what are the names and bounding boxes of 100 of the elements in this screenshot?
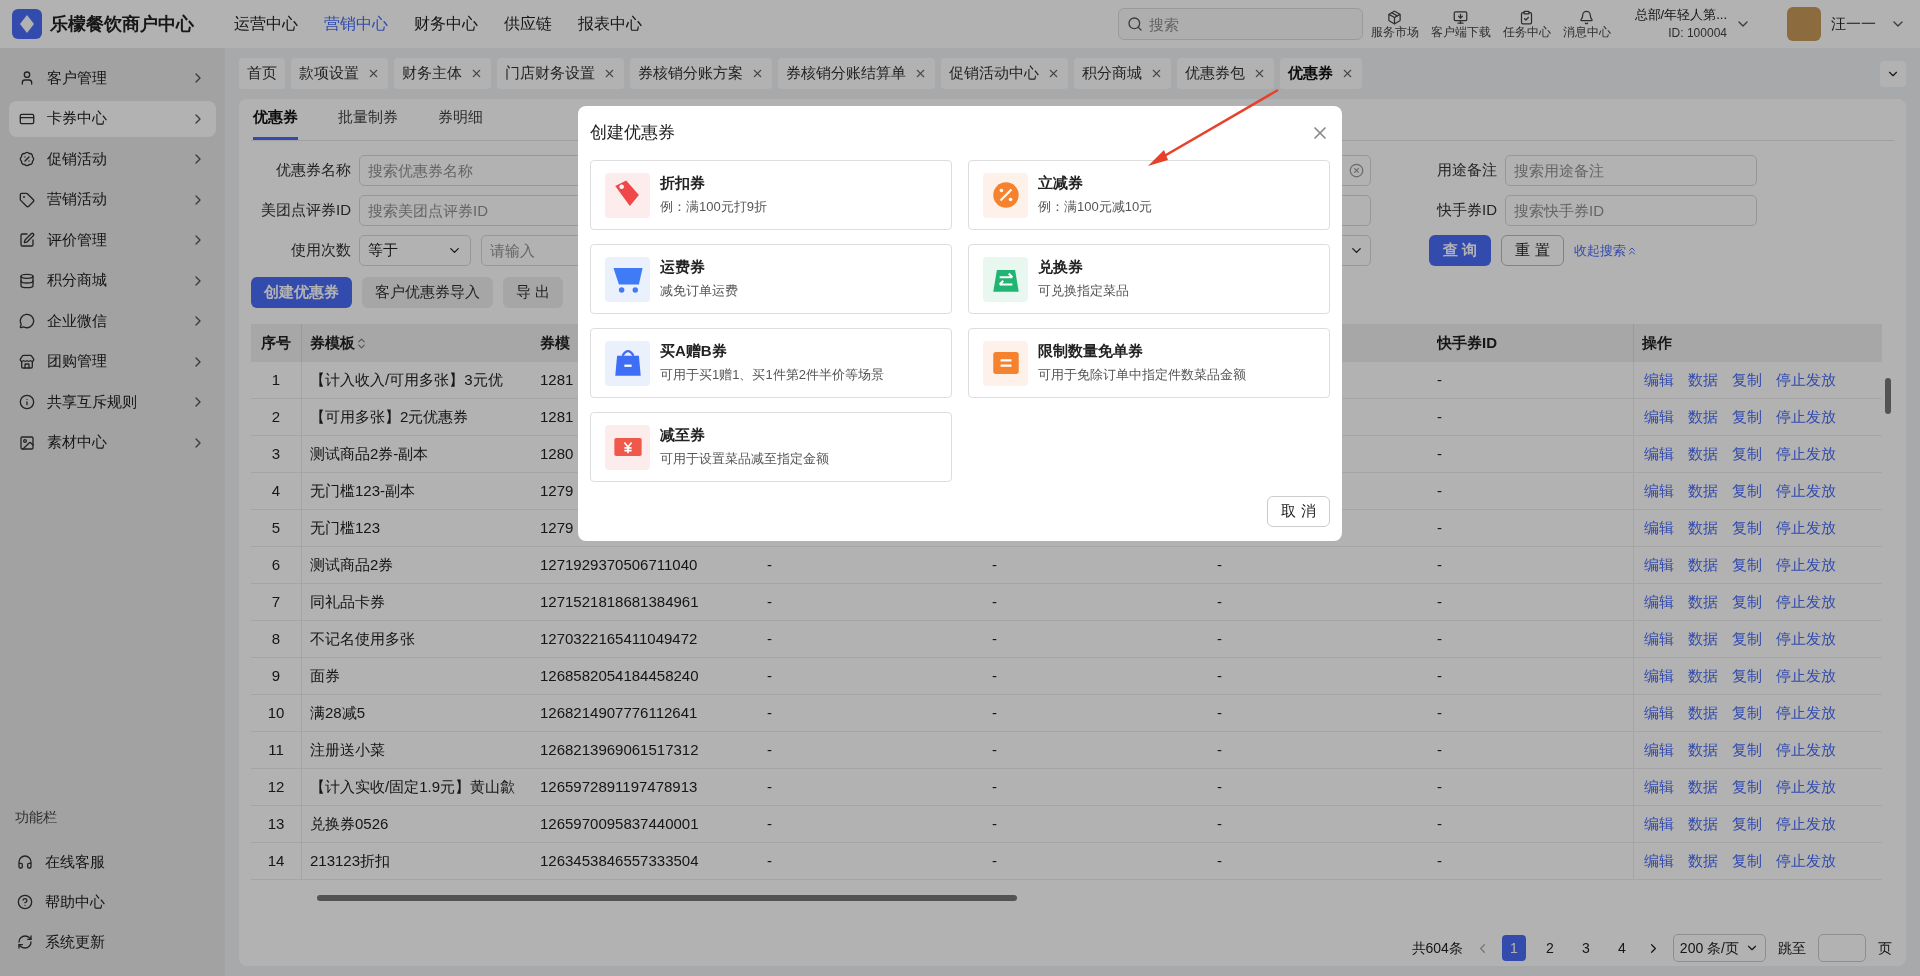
row-action-link[interactable]: 数据	[1688, 368, 1718, 392]
row-action-link[interactable]: 编辑	[1644, 479, 1674, 503]
sub-tab[interactable]: 券明细	[438, 98, 483, 140]
close-icon[interactable]	[1150, 67, 1163, 80]
close-icon[interactable]	[751, 67, 764, 80]
input-field[interactable]: 搜索用途备注	[1505, 155, 1757, 186]
coupon-type-card[interactable]: 买A赠B券 可用于买1赠1、买1件第2件半价等场景	[590, 328, 952, 398]
row-action-link[interactable]: 编辑	[1644, 812, 1674, 836]
sidebar-item[interactable]: 积分商城	[9, 262, 216, 299]
page-tab[interactable]: 门店财务设置	[497, 58, 624, 89]
nav-tab[interactable]: 运营中心	[234, 12, 298, 36]
row-action-link[interactable]: 停止发放	[1776, 701, 1836, 725]
action-button[interactable]: 客户优惠券导入	[362, 277, 493, 308]
page-tab[interactable]: 促销活动中心	[941, 58, 1068, 89]
coupon-type-card[interactable]: 折扣券 例：满100元打9折	[590, 160, 952, 230]
row-action-link[interactable]: 编辑	[1644, 590, 1674, 614]
sub-tab[interactable]: 优惠券	[253, 98, 298, 140]
close-icon[interactable]	[603, 67, 616, 80]
row-action-link[interactable]: 数据	[1688, 775, 1718, 799]
toolbar-button[interactable]: 服务市场	[1370, 9, 1419, 39]
page-input[interactable]	[1818, 934, 1866, 962]
row-action-link[interactable]: 停止发放	[1776, 738, 1836, 762]
close-icon[interactable]	[1047, 67, 1060, 80]
row-action-link[interactable]: 数据	[1688, 849, 1718, 873]
coupon-type-card[interactable]: 限制数量免单券 可用于免除订单中指定件数菜品金额	[968, 328, 1330, 398]
sidebar-item[interactable]: 共享互斥规则	[9, 384, 216, 420]
row-action-link[interactable]: 编辑	[1644, 627, 1674, 651]
row-action-link[interactable]: 停止发放	[1776, 442, 1836, 466]
sub-tab[interactable]: 批量制券	[338, 98, 398, 140]
page-tab[interactable]: 首页	[239, 58, 285, 89]
row-action-link[interactable]: 编辑	[1644, 553, 1674, 577]
page-size-select[interactable]: 200 条/页	[1672, 934, 1766, 962]
input-field[interactable]: 搜索快手券ID	[1505, 195, 1757, 226]
select-field[interactable]: 等于	[359, 235, 471, 266]
nav-tab[interactable]: 财务中心	[414, 12, 478, 36]
page-tab[interactable]: 优惠券	[1280, 58, 1362, 89]
search-field[interactable]: 搜索	[1117, 8, 1363, 40]
user-name[interactable]: 汪一一	[1831, 12, 1876, 36]
row-action-link[interactable]: 停止发放	[1776, 479, 1836, 503]
page-button[interactable]: 1	[1501, 935, 1526, 961]
row-action-link[interactable]: 复制	[1732, 701, 1762, 725]
page-tab[interactable]: 积分商城	[1074, 58, 1171, 89]
row-action-link[interactable]: 数据	[1688, 516, 1718, 540]
row-action-link[interactable]: 停止发放	[1776, 516, 1836, 540]
row-action-link[interactable]: 编辑	[1644, 701, 1674, 725]
row-action-link[interactable]: 复制	[1732, 590, 1762, 614]
coupon-type-card[interactable]: 减至券 可用于设置菜品减至指定金额	[590, 412, 952, 482]
cancel-button[interactable]: 取 消	[1267, 496, 1330, 527]
row-action-link[interactable]: 复制	[1732, 627, 1762, 651]
page-tab[interactable]: 优惠券包	[1177, 58, 1274, 89]
page-button[interactable]: 3	[1573, 935, 1598, 961]
coupon-type-card[interactable]: 运费券 减免订单运费	[590, 244, 952, 314]
sidebar-item[interactable]: 评价管理	[9, 222, 216, 258]
row-action-link[interactable]: 编辑	[1644, 849, 1674, 873]
row-action-link[interactable]: 编辑	[1644, 405, 1674, 429]
row-action-link[interactable]: 编辑	[1644, 664, 1674, 688]
row-action-link[interactable]: 复制	[1732, 812, 1762, 836]
row-action-link[interactable]: 编辑	[1644, 738, 1674, 762]
page-tab[interactable]: 券核销分账方案	[630, 58, 772, 89]
row-action-link[interactable]: 复制	[1732, 775, 1762, 799]
row-action-link[interactable]: 复制	[1732, 664, 1762, 688]
row-action-link[interactable]: 停止发放	[1776, 553, 1836, 577]
row-action-link[interactable]: 数据	[1688, 553, 1718, 577]
page-tab[interactable]: 券核销分账结算单	[778, 58, 935, 89]
row-action-link[interactable]: 数据	[1688, 442, 1718, 466]
toolbar-button[interactable]: 消息中心	[1562, 9, 1611, 39]
row-action-link[interactable]: 复制	[1732, 849, 1762, 873]
row-action-link[interactable]: 数据	[1688, 405, 1718, 429]
row-action-link[interactable]: 数据	[1688, 664, 1718, 688]
close-icon[interactable]	[470, 67, 483, 80]
row-action-link[interactable]: 停止发放	[1776, 775, 1836, 799]
row-action-link[interactable]: 数据	[1688, 590, 1718, 614]
nav-tab[interactable]: 报表中心	[578, 12, 642, 36]
row-action-link[interactable]: 数据	[1688, 627, 1718, 651]
sidebar-item[interactable]: 卡券中心	[9, 100, 216, 137]
close-icon[interactable]	[367, 67, 380, 80]
row-action-link[interactable]: 编辑	[1644, 442, 1674, 466]
row-action-link[interactable]: 数据	[1688, 738, 1718, 762]
action-button[interactable]: 导 出	[503, 277, 564, 308]
footer-item[interactable]: 系统更新	[9, 922, 216, 962]
collapse-search-link[interactable]: 收起搜索	[1574, 240, 1638, 261]
nav-tab[interactable]: 供应链	[504, 12, 552, 36]
row-action-link[interactable]: 停止发放	[1776, 812, 1836, 836]
page-button[interactable]: 4	[1609, 935, 1634, 961]
row-action-link[interactable]: 复制	[1732, 553, 1762, 577]
row-action-link[interactable]: 复制	[1732, 479, 1762, 503]
page-tab[interactable]: 款项设置	[291, 58, 388, 89]
row-action-link[interactable]: 停止发放	[1776, 849, 1836, 873]
coupon-type-card[interactable]: 立减券 例：满100元减10元	[968, 160, 1330, 230]
row-action-link[interactable]: 编辑	[1644, 368, 1674, 392]
footer-item[interactable]: 在线客服	[9, 842, 216, 882]
close-icon[interactable]	[1253, 67, 1266, 80]
page-tab[interactable]: 财务主体	[394, 58, 491, 89]
close-icon[interactable]	[914, 67, 927, 80]
page-button[interactable]: 2	[1537, 935, 1562, 961]
row-action-link[interactable]: 数据	[1688, 701, 1718, 725]
clear-icon[interactable]	[1349, 163, 1364, 178]
row-action-link[interactable]: 停止发放	[1776, 664, 1836, 688]
sidebar-item[interactable]: 团购管理	[9, 343, 216, 380]
row-action-link[interactable]: 编辑	[1644, 516, 1674, 540]
